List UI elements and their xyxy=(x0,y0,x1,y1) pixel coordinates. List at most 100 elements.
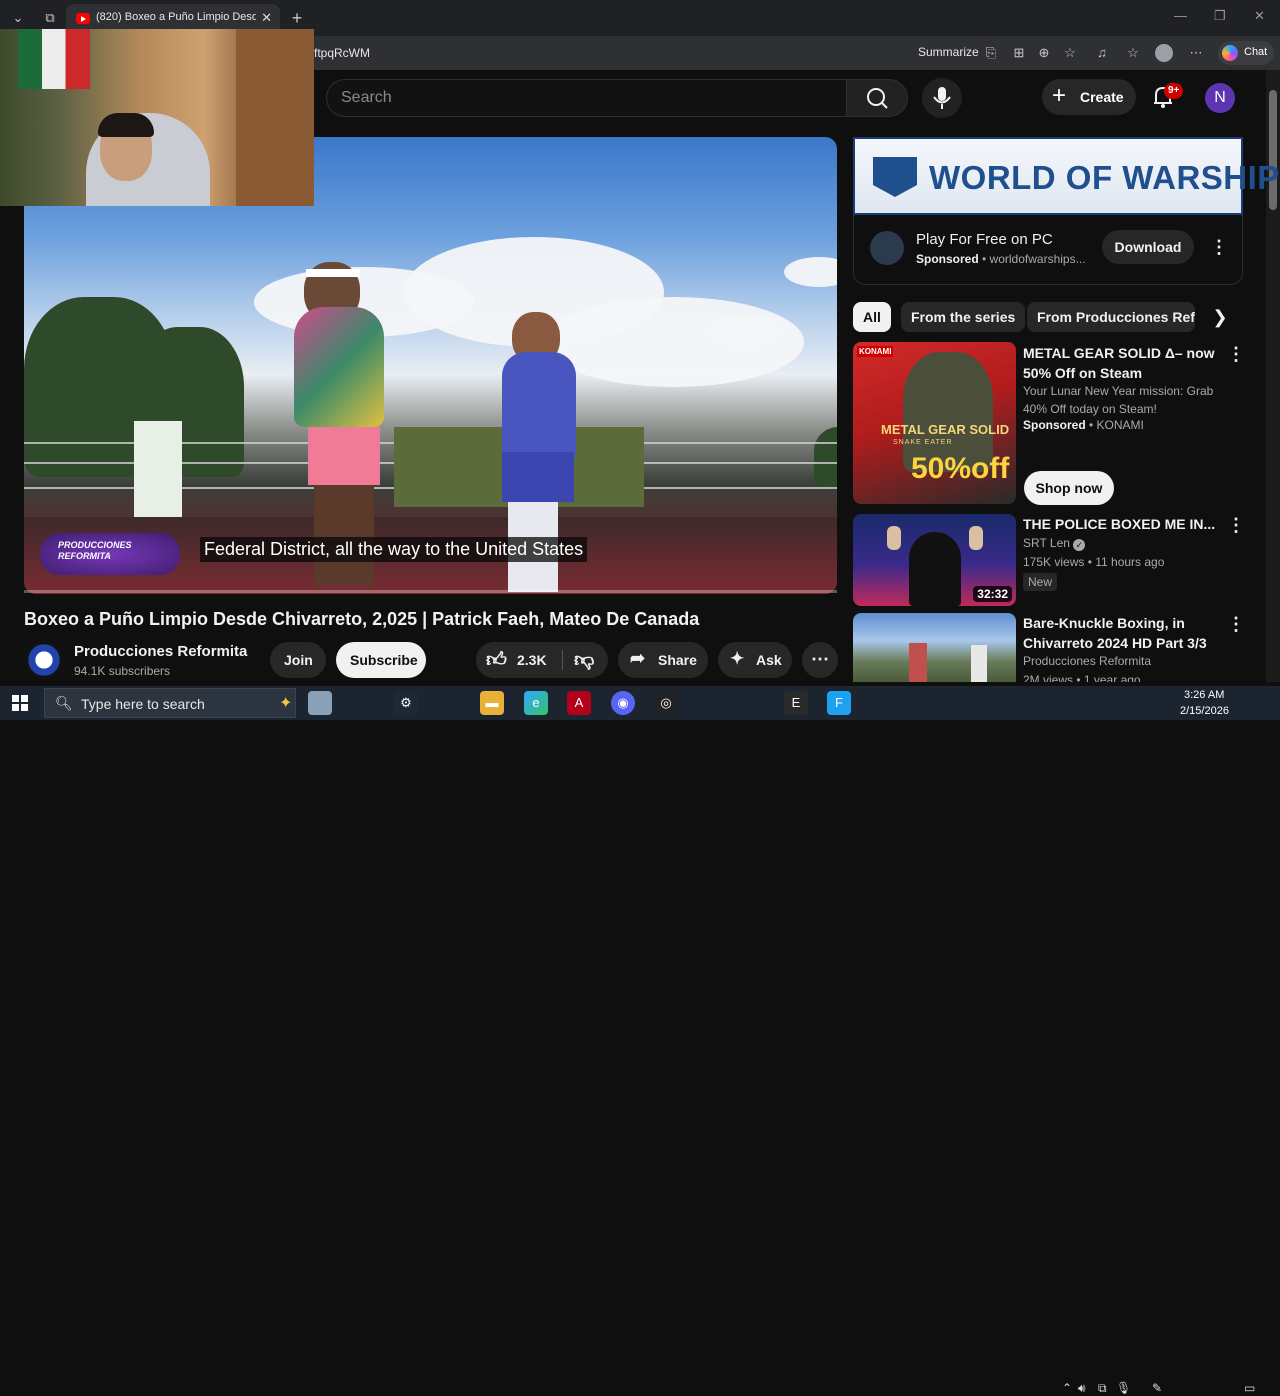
favorites-icon[interactable]: ☆ xyxy=(1124,44,1142,62)
rec-title-police[interactable]: THE POLICE BOXED ME IN... xyxy=(1023,514,1223,534)
sparkle-icon: ✦ xyxy=(730,649,745,668)
favorite-star-icon[interactable]: ☆ xyxy=(1061,44,1079,62)
video-progress-bar[interactable] xyxy=(24,590,837,593)
subscribe-button[interactable]: Subscribe xyxy=(336,642,426,678)
url-text[interactable]: ftpqRcWM xyxy=(314,46,370,60)
advertiser-name: KONAMI xyxy=(1096,418,1144,432)
windows-start-icon[interactable] xyxy=(12,695,28,711)
voice-search-button[interactable] xyxy=(922,78,962,118)
rec-menu-icon[interactable]: ⋮ xyxy=(1227,344,1245,364)
sponsored-label: Sponsored xyxy=(1023,418,1086,432)
tab-actions-chevron-icon[interactable]: ⌄ xyxy=(8,8,28,28)
share-label: Share xyxy=(658,652,697,668)
rec-meta-bareknuckle: 2M views • 1 year ago xyxy=(1023,673,1141,682)
verified-check-icon: ✓ xyxy=(1073,539,1086,551)
summarize-button[interactable]: Summarize xyxy=(918,45,979,59)
channel-avatar[interactable] xyxy=(24,640,64,680)
rec-thumbnail-mgs[interactable]: KONAMI METAL GEAR SOLID SNAKE EATER 50%o… xyxy=(853,342,1016,504)
search-input[interactable] xyxy=(341,89,821,107)
cloud xyxy=(704,317,784,347)
edge-browser-icon[interactable]: e xyxy=(524,691,548,715)
search-button[interactable] xyxy=(846,79,908,117)
close-tab-icon[interactable]: ✕ xyxy=(261,10,272,26)
rec-title-bareknuckle[interactable]: Bare-Knuckle Boxing, in Chivarreto 2024 … xyxy=(1023,613,1223,653)
rec-title-mgs[interactable]: METAL GEAR SOLID Δ– now 50% Off on Steam xyxy=(1023,343,1223,383)
fighter-left-shorts xyxy=(308,427,380,485)
rec-channel-police[interactable]: SRT Len ✓ xyxy=(1023,536,1086,551)
create-button[interactable]: + Create xyxy=(1042,79,1136,115)
more-options-icon[interactable]: ⋯ xyxy=(1187,44,1205,62)
steam-icon[interactable]: ⚙ xyxy=(394,691,418,715)
pen-icon[interactable]: ✎ xyxy=(1152,1381,1162,1395)
subscriber-count: 94.1K subscribers xyxy=(74,664,171,678)
rec-menu-icon[interactable]: ⋮ xyxy=(1227,515,1245,535)
tray-chevron-icon[interactable]: ⌃ xyxy=(1062,1381,1072,1395)
streamer-hair xyxy=(98,113,154,137)
mgs-logo: METAL GEAR SOLID xyxy=(881,422,1010,437)
ad-menu-icon[interactable]: ⋮ xyxy=(1210,237,1228,257)
rec-sponsor-mgs: Sponsored • KONAMI xyxy=(1023,418,1144,432)
shop-now-button[interactable]: Shop now xyxy=(1024,471,1114,505)
copilot-chat-button[interactable]: Chat xyxy=(1218,41,1274,65)
join-button[interactable]: Join xyxy=(270,642,326,678)
epic-games-icon[interactable]: E xyxy=(784,691,808,715)
chip-all[interactable]: All xyxy=(853,302,891,332)
fighter-left-headband xyxy=(306,269,360,277)
file-explorer-icon[interactable]: ▬ xyxy=(480,691,504,715)
rec-thumbnail-police[interactable]: 32:32 xyxy=(853,514,1016,606)
ad-title[interactable]: Play For Free on PC xyxy=(916,231,1053,248)
taskbar-app-icon[interactable] xyxy=(308,691,332,715)
network-icon[interactable]: ⧉ xyxy=(1098,1381,1107,1396)
search-icon: 🔍︎ xyxy=(55,695,73,711)
summarize-icon[interactable]: ⎘ xyxy=(982,44,1000,62)
taskbar-time[interactable]: 3:26 AM xyxy=(1184,689,1224,701)
boxer-figure xyxy=(909,643,927,682)
microphone-tray-icon[interactable]: 🎙︎ xyxy=(1116,1381,1131,1395)
obs-icon[interactable]: ◎ xyxy=(654,691,678,715)
adobe-icon[interactable]: A xyxy=(567,691,591,715)
more-actions-button[interactable]: ⋯ xyxy=(802,642,838,678)
chip-from-channel[interactable]: From Producciones Reformita xyxy=(1027,302,1195,332)
discord-icon[interactable]: ◉ xyxy=(611,691,635,715)
copilot-icon xyxy=(1222,45,1238,61)
channel-name: SRT Len xyxy=(1023,536,1070,550)
zoom-icon[interactable]: ⊕ xyxy=(1035,44,1053,62)
volume-icon[interactable]: 🔊︎ xyxy=(1078,1381,1086,1396)
channel-name[interactable]: Producciones Reformita xyxy=(74,643,247,660)
chip-from-series[interactable]: From the series xyxy=(901,302,1026,332)
rec-menu-icon[interactable]: ⋮ xyxy=(1227,614,1245,634)
media-icon[interactable]: ♫ xyxy=(1093,44,1111,62)
plus-icon: + xyxy=(1052,82,1067,109)
taskbar-search-box[interactable]: 🔍︎ Type here to search ✦ xyxy=(44,688,296,718)
sponsored-label: Sponsored xyxy=(916,252,979,266)
thumbs-down-icon[interactable]: 👎︎ xyxy=(574,648,594,672)
profile-icon[interactable] xyxy=(1155,44,1173,62)
join-label: Join xyxy=(284,652,313,668)
mgs-subtitle: SNAKE EATER xyxy=(893,439,953,446)
download-button[interactable]: Download xyxy=(1102,230,1194,264)
ask-button[interactable]: ✦ Ask xyxy=(718,642,792,678)
ad-banner[interactable]: WORLD OF WARSHIPS xyxy=(853,137,1280,215)
app-f-icon[interactable]: F xyxy=(827,691,851,715)
rec-channel-bareknuckle[interactable]: Producciones Reformita xyxy=(1023,654,1151,668)
search-box[interactable] xyxy=(326,79,846,117)
ad-info-card[interactable]: Play For Free on PC Sponsored • worldofw… xyxy=(853,215,1243,285)
subscribe-label: Subscribe xyxy=(350,652,418,668)
share-button[interactable]: ➦ Share xyxy=(618,642,708,678)
youtube-favicon-icon xyxy=(76,13,90,24)
taskbar-date[interactable]: 2/15/2026 xyxy=(1180,705,1229,717)
minimize-icon[interactable]: — xyxy=(1174,8,1187,23)
chevron-right-icon[interactable]: ❯ xyxy=(1208,304,1232,330)
workspaces-icon[interactable]: ⧉ xyxy=(40,8,60,28)
close-window-icon[interactable]: ✕ xyxy=(1254,8,1265,24)
taskbar-search-placeholder: Type here to search xyxy=(81,696,205,712)
apps-icon[interactable]: ⊞ xyxy=(1010,44,1028,62)
notification-center-icon[interactable]: ▭ xyxy=(1244,1381,1255,1395)
thumbs-up-icon[interactable]: 👍︎ xyxy=(486,648,507,672)
new-tab-icon[interactable]: + xyxy=(287,8,307,28)
maximize-icon[interactable]: ❐ xyxy=(1214,8,1226,24)
account-avatar[interactable]: N xyxy=(1205,83,1235,113)
like-dislike-group: 👍︎ 2.3K 👎︎ xyxy=(476,642,608,678)
like-count[interactable]: 2.3K xyxy=(517,652,547,668)
rec-thumbnail-bareknuckle[interactable] xyxy=(853,613,1016,682)
